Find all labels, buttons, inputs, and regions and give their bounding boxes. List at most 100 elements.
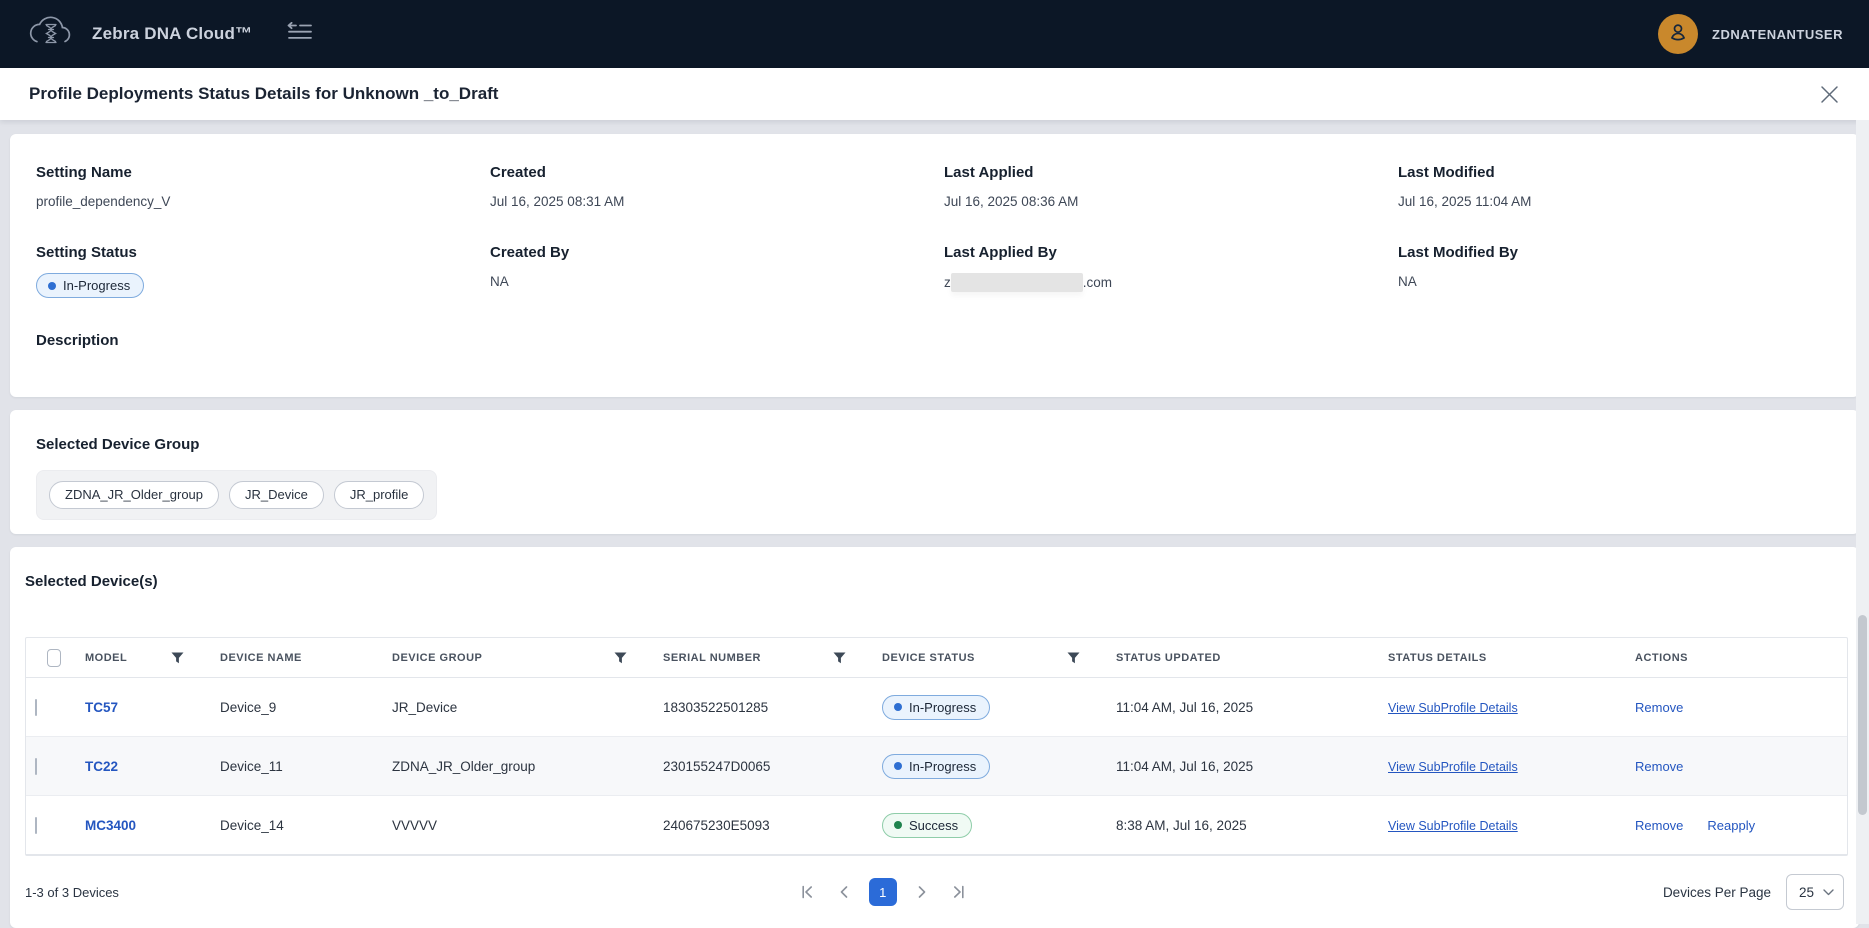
filter-icon[interactable] xyxy=(833,652,846,664)
created-by-value: NA xyxy=(490,273,944,290)
last-page-icon xyxy=(951,884,967,900)
field-created: Created Jul 16, 2025 08:31 AM xyxy=(490,164,944,210)
chevron-right-icon xyxy=(915,884,929,900)
row-checkbox[interactable] xyxy=(35,699,37,716)
status-dot-icon xyxy=(894,762,902,770)
last-applied-value: Jul 16, 2025 08:36 AM xyxy=(944,193,1398,210)
last-modified-by-label: Last Modified By xyxy=(1398,244,1833,262)
scrollbar-thumb[interactable] xyxy=(1858,615,1867,815)
last-applied-label: Last Applied xyxy=(944,164,1398,182)
table-row: TC57 Device_9 JR_Device 18303522501285 I… xyxy=(26,678,1847,737)
field-setting-name: Setting Name profile_dependency_V xyxy=(36,164,490,210)
device-group-chip: JR_profile xyxy=(334,481,425,509)
field-last-modified: Last Modified Jul 16, 2025 11:04 AM xyxy=(1398,164,1833,210)
column-header-serial-number: SERIAL NUMBER xyxy=(651,652,870,664)
serial-number-cell: 230155247D0065 xyxy=(651,759,870,774)
field-last-applied: Last Applied Jul 16, 2025 08:36 AM xyxy=(944,164,1398,210)
serial-number-cell: 18303522501285 xyxy=(651,700,870,715)
first-page-icon xyxy=(799,884,815,900)
filter-icon[interactable] xyxy=(1067,652,1080,664)
devices-per-page-label: Devices Per Page xyxy=(1663,885,1771,900)
column-header-status-updated: STATUS UPDATED xyxy=(1104,652,1376,664)
remove-link[interactable]: Remove xyxy=(1635,700,1683,715)
status-dot-icon xyxy=(48,282,56,290)
remove-link[interactable]: Remove xyxy=(1635,818,1683,833)
status-dot-icon xyxy=(894,821,902,829)
model-link[interactable]: TC22 xyxy=(85,759,118,774)
user-menu[interactable]: ZDNATENANTUSER xyxy=(1658,14,1843,54)
vertical-scrollbar xyxy=(1856,120,1869,924)
status-dot-icon xyxy=(894,703,902,711)
column-header-device-name: DEVICE NAME xyxy=(208,652,380,664)
zebra-dna-cloud-logo: Zebra DNA Cloud™ xyxy=(26,11,252,58)
description-label: Description xyxy=(36,332,490,350)
row-checkbox[interactable] xyxy=(35,817,37,834)
previous-page-button[interactable] xyxy=(832,880,856,904)
column-header-actions: ACTIONS xyxy=(1623,652,1847,664)
first-page-button[interactable] xyxy=(795,880,819,904)
filter-icon[interactable] xyxy=(171,652,184,664)
device-name-cell: Device_9 xyxy=(208,700,380,715)
close-icon xyxy=(1820,85,1839,104)
column-header-device-status: DEVICE STATUS xyxy=(870,652,1104,664)
device-status-badge: In-Progress xyxy=(882,695,990,720)
column-header-model: MODEL xyxy=(73,652,208,664)
collapse-menu-button[interactable] xyxy=(282,18,317,50)
created-value: Jul 16, 2025 08:31 AM xyxy=(490,193,944,210)
devices-count-label: 1-3 of 3 Devices xyxy=(25,885,119,900)
last-modified-by-value: NA xyxy=(1398,273,1833,290)
status-updated-cell: 8:38 AM, Jul 16, 2025 xyxy=(1104,818,1376,833)
created-label: Created xyxy=(490,164,944,182)
device-group-title: Selected Device Group xyxy=(36,436,1833,454)
remove-link[interactable]: Remove xyxy=(1635,759,1683,774)
cloud-dna-icon xyxy=(26,11,76,58)
serial-number-cell: 240675230E5093 xyxy=(651,818,870,833)
device-name-cell: Device_11 xyxy=(208,759,380,774)
model-link[interactable]: TC57 xyxy=(85,700,118,715)
device-status-badge: Success xyxy=(882,813,972,838)
view-subprofile-details-link[interactable]: View SubProfile Details xyxy=(1388,701,1518,715)
status-updated-cell: 11:04 AM, Jul 16, 2025 xyxy=(1104,759,1376,774)
close-button[interactable] xyxy=(1816,81,1843,108)
menu-outdent-icon xyxy=(286,22,313,46)
setting-name-value: profile_dependency_V xyxy=(36,193,490,210)
current-page-button[interactable]: 1 xyxy=(869,878,897,906)
selected-device-group-panel: Selected Device Group ZDNA_JR_Older_grou… xyxy=(10,410,1859,534)
view-subprofile-details-link[interactable]: View SubProfile Details xyxy=(1388,819,1518,833)
redacted-text xyxy=(951,273,1083,292)
person-icon xyxy=(1666,20,1690,49)
reapply-link[interactable]: Reapply xyxy=(1707,818,1755,833)
devices-per-page-control: Devices Per Page 25 xyxy=(1663,874,1844,910)
view-subprofile-details-link[interactable]: View SubProfile Details xyxy=(1388,760,1518,774)
username-label: ZDNATENANTUSER xyxy=(1712,27,1843,42)
next-page-button[interactable] xyxy=(910,880,934,904)
field-description: Description xyxy=(36,332,490,361)
avatar xyxy=(1658,14,1698,54)
field-created-by: Created By NA xyxy=(490,244,944,298)
last-applied-by-value: z.com xyxy=(944,273,1398,292)
last-page-button[interactable] xyxy=(947,880,971,904)
model-link[interactable]: MC3400 xyxy=(85,818,136,833)
deployment-info-panel: Setting Name profile_dependency_V Create… xyxy=(10,134,1859,397)
field-setting-status: Setting Status In-Progress xyxy=(36,244,490,298)
setting-status-badge: In-Progress xyxy=(36,273,144,298)
per-page-select[interactable]: 25 xyxy=(1786,874,1844,910)
table-footer: 1-3 of 3 Devices 1 Devices Per Page xyxy=(10,856,1859,928)
field-last-applied-by: Last Applied By z.com xyxy=(944,244,1398,298)
column-header-status-details: STATUS DETAILS xyxy=(1376,652,1623,664)
table-header-row: MODEL DEVICE NAME DEVICE GROUP SERIAL NU… xyxy=(26,638,1847,678)
top-app-bar: Zebra DNA Cloud™ ZDNATENANTUSER xyxy=(0,0,1869,68)
row-checkbox[interactable] xyxy=(35,758,37,775)
chevron-down-icon xyxy=(1823,889,1834,896)
last-modified-value: Jul 16, 2025 11:04 AM xyxy=(1398,193,1833,210)
table-row: MC3400 Device_14 VVVVV 240675230E5093 Su… xyxy=(26,796,1847,855)
chevron-left-icon xyxy=(837,884,851,900)
table-row: TC22 Device_11 ZDNA_JR_Older_group 23015… xyxy=(26,737,1847,796)
select-all-checkbox[interactable] xyxy=(47,649,61,667)
device-name-cell: Device_14 xyxy=(208,818,380,833)
page-title: Profile Deployments Status Details for U… xyxy=(29,84,498,104)
field-last-modified-by: Last Modified By NA xyxy=(1398,244,1833,298)
filter-icon[interactable] xyxy=(614,652,627,664)
column-header-device-group: DEVICE GROUP xyxy=(380,652,651,664)
device-group-cell: JR_Device xyxy=(380,700,651,715)
